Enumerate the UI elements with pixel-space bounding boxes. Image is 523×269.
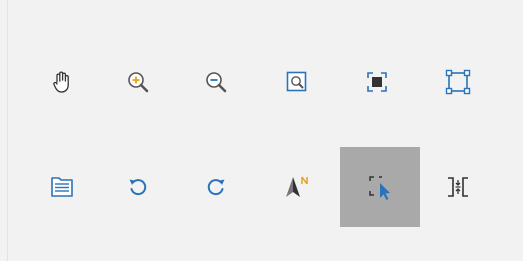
document-list-icon [51, 177, 73, 197]
zoom-to-selection-tool-button[interactable] [257, 42, 337, 122]
select-features-tool-button[interactable] [340, 147, 420, 227]
north-arrow-icon [286, 176, 308, 197]
rotate-left-icon [129, 179, 147, 196]
redo-extent-tool-button[interactable] [176, 147, 256, 227]
hand-icon [53, 71, 69, 93]
zoom-in-tool-button[interactable] [98, 42, 178, 122]
layer-extent-icon [445, 69, 471, 95]
zoom-in-icon [128, 72, 149, 93]
split-bracket-icon [448, 177, 468, 197]
zoom-to-full-extent-tool-button[interactable] [337, 42, 417, 122]
select-cursor-icon [369, 176, 390, 200]
rotate-right-icon [207, 179, 225, 196]
map-tools-panel [0, 0, 523, 269]
pan-tool-button[interactable] [22, 42, 102, 122]
identify-tool-button[interactable] [418, 147, 498, 227]
layer-properties-tool-button[interactable] [22, 147, 102, 227]
zoom-to-layer-tool-button[interactable] [418, 42, 498, 122]
north-arrow-tool-button[interactable] [257, 147, 337, 227]
full-extent-icon [367, 72, 387, 92]
zoom-window-icon [286, 71, 307, 92]
zoom-out-tool-button[interactable] [176, 42, 256, 122]
zoom-out-icon [206, 72, 227, 93]
undo-extent-tool-button[interactable] [98, 147, 178, 227]
